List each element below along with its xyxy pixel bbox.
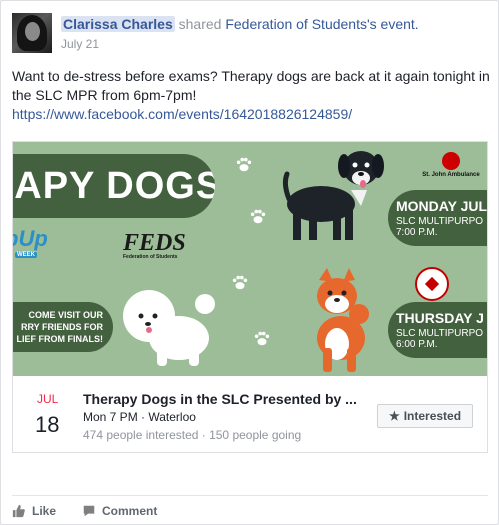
st-john-ambulance-logo: St. John Ambulance bbox=[421, 152, 481, 178]
paw-print-icon bbox=[236, 157, 252, 172]
feds-subtext: Federation of Students bbox=[123, 254, 178, 260]
popup-text: pUp bbox=[13, 226, 48, 251]
banner-thursday-info: THURSDAY J SLC MULTIPURPO 6:00 P.M. bbox=[388, 302, 487, 358]
event-owner-link[interactable]: Federation of Students's event. bbox=[225, 16, 418, 32]
banner-location-1: SLC MULTIPURPO bbox=[396, 216, 484, 227]
event-title-link[interactable]: Therapy Dogs in the SLC Presented by ... bbox=[83, 391, 357, 407]
banner-day-2: THURSDAY J bbox=[396, 310, 484, 326]
speech-bubble-icon bbox=[83, 505, 95, 517]
tagline-line-2: RRY FRIENDS FOR bbox=[20, 322, 103, 332]
event-banner-image[interactable]: RAPY DOGS bbox=[13, 142, 487, 376]
shiba-dog-illustration bbox=[317, 268, 369, 372]
post-body: Want to de-stress before exams? Therapy … bbox=[12, 67, 490, 124]
ambulance-badge-icon bbox=[442, 152, 460, 170]
therapeutic-paws-logo bbox=[415, 267, 449, 301]
news-feed-post: Clarissa Charles shared Federation of St… bbox=[0, 0, 499, 525]
banner-monday-info: MONDAY JUL SLC MULTIPURPO 7:00 P.M. bbox=[388, 190, 487, 246]
like-label: Like bbox=[32, 504, 57, 518]
event-card: RAPY DOGS bbox=[12, 141, 488, 453]
avatar-face bbox=[25, 22, 40, 41]
paw-print-icon bbox=[232, 275, 248, 290]
feds-text: FEDS bbox=[123, 230, 186, 256]
banner-time-1: 7:00 P.M. bbox=[396, 227, 438, 238]
event-owner-suffix: 's event. bbox=[366, 16, 419, 32]
event-url-link[interactable]: https://www.facebook.com/events/16420188… bbox=[12, 105, 490, 124]
feds-logo: FEDS Federation of Students bbox=[123, 230, 186, 260]
popup-week-logo: pUp WEEK bbox=[13, 226, 48, 266]
event-month: JUL bbox=[37, 392, 59, 406]
like-button[interactable]: Like bbox=[12, 501, 56, 521]
event-owner-name: Federation of Students bbox=[225, 16, 367, 32]
post-body-text: Want to de-stress before exams? Therapy … bbox=[12, 68, 490, 103]
black-dog-illustration bbox=[282, 151, 384, 240]
comment-label: Comment bbox=[102, 504, 158, 518]
interested-button[interactable]: ★ Interested bbox=[377, 404, 473, 428]
post-timestamp[interactable]: July 21 bbox=[61, 37, 99, 51]
white-dog-illustration bbox=[123, 290, 215, 366]
author-avatar[interactable] bbox=[12, 13, 52, 53]
event-attendance-stats[interactable]: 474 people interested · 150 people going bbox=[83, 428, 301, 442]
banner-location-2: SLC MULTIPURPO bbox=[396, 328, 484, 339]
popup-week-text: WEEK bbox=[15, 252, 37, 258]
event-time-location: Mon 7 PM · Waterloo bbox=[83, 410, 196, 424]
interested-label: Interested bbox=[403, 409, 462, 423]
shared-text: shared bbox=[174, 16, 226, 32]
paw-print-icon bbox=[250, 209, 266, 224]
banner-title: RAPY DOGS bbox=[13, 154, 215, 218]
tagline-line-1: COME VISIT OUR bbox=[28, 310, 103, 320]
post-header: Clarissa Charles shared Federation of St… bbox=[61, 16, 419, 32]
post-actions: Like Comment bbox=[12, 501, 157, 521]
banner-time-2: 6:00 P.M. bbox=[396, 339, 438, 350]
actions-divider bbox=[12, 495, 488, 496]
comment-button[interactable]: Comment bbox=[82, 501, 157, 521]
maple-leaf-icon bbox=[424, 276, 440, 292]
thumbs-up-icon bbox=[12, 504, 25, 518]
paw-print-icon bbox=[254, 331, 270, 346]
event-day: 18 bbox=[35, 412, 60, 437]
author-name-link[interactable]: Clarissa Charles bbox=[61, 16, 175, 32]
tagline-line-3: LIEF FROM FINALS! bbox=[16, 334, 104, 344]
ambulance-name: St. John Ambulance bbox=[422, 172, 480, 178]
banner-tagline: COME VISIT OUR RRY FRIENDS FOR LIEF FROM… bbox=[13, 302, 113, 352]
star-icon: ★ bbox=[388, 409, 400, 423]
banner-day-1: MONDAY JUL bbox=[396, 198, 487, 214]
